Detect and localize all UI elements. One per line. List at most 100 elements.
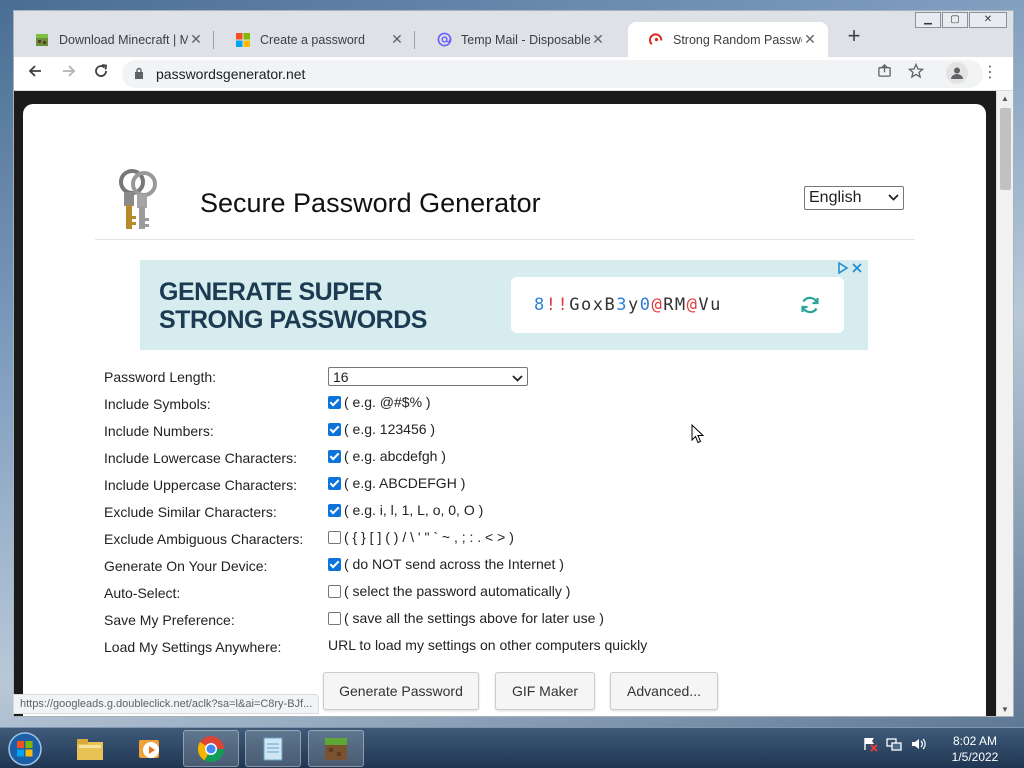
taskbar-explorer[interactable] (62, 730, 118, 767)
profile-avatar[interactable] (946, 62, 968, 84)
setting-checkbox[interactable] (328, 611, 341, 625)
bookmark-star-icon[interactable] (906, 62, 926, 83)
maximize-button[interactable]: ▢ (942, 12, 968, 28)
setting-checkbox[interactable] (328, 476, 341, 490)
setting-checkbox[interactable] (328, 557, 341, 571)
tab-create-password[interactable]: Create a password ✕ (215, 22, 415, 57)
scroll-up-icon[interactable]: ▲ (997, 91, 1013, 107)
mouse-cursor-icon (691, 423, 705, 444)
page-viewport: Secure Password Generator English GENERA… (14, 91, 997, 716)
lock-icon (134, 67, 146, 82)
passwordsgenerator-icon (648, 32, 664, 48)
setting-control: ( select the password automatically ) (328, 583, 570, 599)
setting-control: ( e.g. abcdefgh ) (328, 448, 446, 464)
status-bar-url: https://googleads.g.doubleclick.net/aclk… (13, 694, 320, 714)
tab-title: Download Minecraft | Minecraft (59, 32, 188, 47)
ad-password-segment: 3 (616, 295, 628, 315)
chevron-down-icon (888, 192, 899, 204)
forward-button[interactable] (57, 63, 81, 85)
chevron-down-icon (512, 369, 523, 385)
reload-button[interactable] (89, 63, 113, 85)
address-bar[interactable]: passwordsgenerator.net (122, 60, 983, 88)
chrome-icon (197, 735, 225, 762)
network-icon[interactable] (886, 736, 902, 755)
back-arrow-icon (28, 65, 41, 77)
setting-checkbox[interactable] (328, 422, 341, 436)
browser-toolbar: passwordsgenerator.net ⋮ (14, 57, 1013, 91)
minecraft-block-icon (325, 737, 347, 760)
browser-menu-icon[interactable]: ⋮ (982, 63, 998, 83)
taskbar-minecraft[interactable] (308, 730, 364, 767)
setting-checkbox[interactable] (328, 395, 341, 409)
share-icon[interactable] (874, 63, 894, 83)
scroll-down-icon[interactable]: ▼ (997, 702, 1013, 716)
setting-checkbox[interactable] (328, 530, 341, 544)
setting-label: Password Length: (104, 369, 217, 385)
password-length-select[interactable]: 16 (328, 367, 528, 386)
page-scrollbar[interactable]: ▲ ▼ (996, 91, 1013, 716)
ad-banner[interactable]: GENERATE SUPER STRONG PASSWORDS 8!!GoxB3… (140, 260, 868, 350)
close-icon[interactable]: ✕ (389, 31, 405, 48)
volume-icon[interactable] (910, 736, 926, 755)
language-select[interactable]: English (804, 186, 904, 210)
url-text: passwordsgenerator.net (156, 66, 306, 82)
setting-hint: ( e.g. i, l, 1, L, o, 0, O ) (344, 502, 484, 518)
minimize-button[interactable]: ▁ (915, 12, 941, 28)
refresh-icon (798, 293, 822, 317)
page-card: Secure Password Generator English GENERA… (23, 104, 986, 716)
notepad-icon (263, 737, 283, 760)
ad-password-segment: Vu (698, 295, 722, 315)
setting-label: Include Symbols: (104, 396, 211, 412)
ad-password-segment: !! (545, 295, 570, 315)
tab-title: Temp Mail - Disposable Temporary Email (461, 32, 590, 47)
close-icon[interactable]: ✕ (590, 31, 606, 48)
setting-control: 16 (328, 367, 528, 386)
keys-logo-icon (111, 164, 171, 234)
ad-password-segment: GoxB (569, 295, 617, 315)
close-icon[interactable]: ✕ (802, 31, 818, 48)
setting-hint: ( select the password automatically ) (344, 583, 571, 599)
new-tab-button[interactable]: + (843, 25, 865, 48)
setting-url-link[interactable]: URL to load my settings on other compute… (328, 637, 647, 653)
gif-maker-button[interactable]: GIF Maker (495, 672, 595, 710)
taskbar-chrome[interactable] (183, 730, 239, 767)
action-center-icon[interactable] (862, 736, 878, 755)
close-window-button[interactable]: ✕ (969, 12, 1007, 28)
forward-arrow-icon (63, 65, 76, 77)
tab-minecraft[interactable]: Download Minecraft | Minecraft ✕ (14, 22, 214, 57)
tab-strip: Download Minecraft | Minecraft ✕ Create … (14, 11, 1013, 57)
ad-password-segment: 8 (534, 295, 546, 315)
tab-temp-mail[interactable]: Temp Mail - Disposable Temporary Email ✕ (416, 22, 616, 57)
advanced-button[interactable]: Advanced... (610, 672, 718, 710)
ad-password-segment: RM (663, 295, 687, 315)
header-divider (95, 239, 915, 240)
setting-checkbox[interactable] (328, 449, 341, 463)
setting-checkbox[interactable] (328, 584, 341, 598)
taskbar: 8:02 AM 1/5/2022 (0, 727, 1024, 768)
person-icon (951, 67, 963, 79)
ad-headline: GENERATE SUPER STRONG PASSWORDS (159, 278, 427, 334)
adchoices-icon[interactable] (836, 261, 864, 277)
language-select-value: English (809, 189, 862, 206)
setting-label: Auto-Select: (104, 585, 181, 601)
taskbar-media-player[interactable] (122, 730, 178, 767)
taskbar-notepad[interactable] (245, 730, 301, 767)
windows-logo-icon (8, 732, 42, 766)
minecraft-icon (34, 32, 50, 48)
setting-control: ( e.g. i, l, 1, L, o, 0, O ) (328, 502, 483, 518)
setting-control: ( e.g. ABCDEFGH ) (328, 475, 465, 491)
clock-date: 1/5/2022 (951, 750, 999, 764)
scrollbar-thumb[interactable] (1000, 108, 1011, 190)
start-button[interactable] (4, 730, 46, 768)
setting-checkbox[interactable] (328, 503, 341, 517)
close-icon[interactable]: ✕ (188, 31, 204, 48)
setting-hint: ( e.g. ABCDEFGH ) (344, 475, 466, 491)
setting-hint: ( save all the settings above for later … (344, 610, 604, 626)
tab-password-generator[interactable]: Strong Random Password Generator ✕ (628, 22, 828, 57)
generate-password-button[interactable]: Generate Password (323, 672, 479, 710)
setting-label: Save My Preference: (104, 612, 235, 628)
back-button[interactable] (23, 63, 47, 85)
tempmail-icon (436, 32, 452, 48)
tab-title: Create a password (260, 32, 365, 47)
system-clock[interactable]: 8:02 AM 1/5/2022 (940, 733, 1010, 765)
